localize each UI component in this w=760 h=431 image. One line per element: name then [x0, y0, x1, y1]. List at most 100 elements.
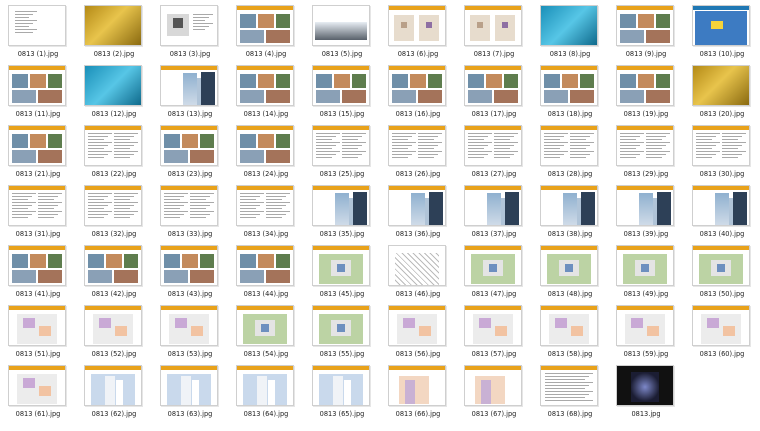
- file-item[interactable]: 0813 (5).jpg: [304, 2, 380, 62]
- file-thumbnail[interactable]: [616, 245, 674, 286]
- file-thumbnail[interactable]: [540, 245, 598, 286]
- file-thumbnail[interactable]: [616, 185, 674, 226]
- file-item[interactable]: 0813 (17).jpg: [456, 62, 532, 122]
- file-thumbnail[interactable]: [616, 65, 674, 106]
- file-thumbnail[interactable]: [236, 305, 294, 346]
- file-item[interactable]: 0813 (19).jpg: [608, 62, 684, 122]
- file-item[interactable]: 0813 (58).jpg: [532, 302, 608, 362]
- file-thumbnail[interactable]: [464, 125, 522, 166]
- file-thumbnail[interactable]: [388, 365, 446, 406]
- file-item[interactable]: 0813 (27).jpg: [456, 122, 532, 182]
- file-item[interactable]: 0813 (54).jpg: [228, 302, 304, 362]
- file-thumbnail[interactable]: [160, 125, 218, 166]
- file-item[interactable]: 0813 (15).jpg: [304, 62, 380, 122]
- file-item[interactable]: 0813 (37).jpg: [456, 182, 532, 242]
- file-item[interactable]: 0813 (12).jpg: [76, 62, 152, 122]
- file-item[interactable]: 0813 (16).jpg: [380, 62, 456, 122]
- file-item[interactable]: 0813 (59).jpg: [608, 302, 684, 362]
- file-item[interactable]: 0813 (9).jpg: [608, 2, 684, 62]
- file-thumbnail[interactable]: [464, 305, 522, 346]
- file-thumbnail[interactable]: [692, 245, 750, 286]
- file-item[interactable]: 0813 (21).jpg: [0, 122, 76, 182]
- file-thumbnail[interactable]: [236, 65, 294, 106]
- file-thumbnail[interactable]: [160, 245, 218, 286]
- file-item[interactable]: 0813 (34).jpg: [228, 182, 304, 242]
- file-item[interactable]: 0813 (13).jpg: [152, 62, 228, 122]
- file-item[interactable]: 0813 (51).jpg: [0, 302, 76, 362]
- file-item[interactable]: 0813 (55).jpg: [304, 302, 380, 362]
- file-thumbnail[interactable]: [160, 365, 218, 406]
- file-thumbnail[interactable]: [312, 365, 370, 406]
- file-thumbnail[interactable]: [616, 305, 674, 346]
- file-thumbnail[interactable]: [692, 305, 750, 346]
- file-item[interactable]: 0813 (36).jpg: [380, 182, 456, 242]
- file-thumbnail[interactable]: [388, 125, 446, 166]
- file-thumbnail[interactable]: [464, 365, 522, 406]
- file-thumbnail[interactable]: [692, 65, 750, 106]
- file-item[interactable]: 0813 (10).jpg: [684, 2, 760, 62]
- file-item[interactable]: 0813 (45).jpg: [304, 242, 380, 302]
- file-item[interactable]: 0813 (4).jpg: [228, 2, 304, 62]
- file-thumbnail[interactable]: [8, 245, 66, 286]
- file-thumbnail[interactable]: [312, 245, 370, 286]
- file-thumbnail[interactable]: [160, 65, 218, 106]
- file-thumbnail[interactable]: [312, 305, 370, 346]
- file-thumbnail[interactable]: [540, 65, 598, 106]
- file-item[interactable]: 0813 (23).jpg: [152, 122, 228, 182]
- file-item[interactable]: 0813 (7).jpg: [456, 2, 532, 62]
- file-thumbnail[interactable]: [84, 305, 142, 346]
- file-item[interactable]: 0813 (26).jpg: [380, 122, 456, 182]
- file-thumbnail[interactable]: [540, 125, 598, 166]
- file-item[interactable]: 0813 (39).jpg: [608, 182, 684, 242]
- file-item[interactable]: 0813 (18).jpg: [532, 62, 608, 122]
- file-item[interactable]: 0813 (25).jpg: [304, 122, 380, 182]
- file-item[interactable]: 0813 (67).jpg: [456, 362, 532, 422]
- file-item[interactable]: 0813 (38).jpg: [532, 182, 608, 242]
- file-thumbnail[interactable]: [464, 65, 522, 106]
- file-thumbnail[interactable]: [8, 125, 66, 166]
- file-thumbnail[interactable]: [388, 305, 446, 346]
- file-thumbnail[interactable]: [388, 65, 446, 106]
- file-item[interactable]: 0813 (44).jpg: [228, 242, 304, 302]
- file-thumbnail[interactable]: [464, 245, 522, 286]
- file-thumbnail[interactable]: [160, 5, 218, 46]
- file-item[interactable]: 0813 (56).jpg: [380, 302, 456, 362]
- file-item[interactable]: 0813 (60).jpg: [684, 302, 760, 362]
- file-thumbnail[interactable]: [692, 125, 750, 166]
- file-item[interactable]: 0813 (35).jpg: [304, 182, 380, 242]
- file-thumbnail[interactable]: [312, 125, 370, 166]
- file-thumbnail[interactable]: [236, 125, 294, 166]
- file-thumbnail[interactable]: [84, 65, 142, 106]
- file-item[interactable]: 0813 (64).jpg: [228, 362, 304, 422]
- file-item[interactable]: 0813 (29).jpg: [608, 122, 684, 182]
- file-thumbnail[interactable]: [8, 5, 66, 46]
- file-item[interactable]: 0813 (62).jpg: [76, 362, 152, 422]
- file-thumbnail[interactable]: [8, 65, 66, 106]
- file-item[interactable]: 0813 (22).jpg: [76, 122, 152, 182]
- file-thumbnail[interactable]: [84, 5, 142, 46]
- file-item[interactable]: 0813 (28).jpg: [532, 122, 608, 182]
- file-thumbnail[interactable]: [312, 185, 370, 226]
- file-thumbnail[interactable]: [616, 5, 674, 46]
- file-item[interactable]: 0813 (49).jpg: [608, 242, 684, 302]
- file-thumbnail[interactable]: [236, 185, 294, 226]
- file-item[interactable]: 0813 (50).jpg: [684, 242, 760, 302]
- file-item[interactable]: 0813 (65).jpg: [304, 362, 380, 422]
- file-item[interactable]: 0813 (57).jpg: [456, 302, 532, 362]
- file-item[interactable]: 0813.jpg: [608, 362, 684, 422]
- file-thumbnail[interactable]: [8, 305, 66, 346]
- file-thumbnail[interactable]: [312, 65, 370, 106]
- file-thumbnail[interactable]: [312, 5, 370, 46]
- file-thumbnail[interactable]: [616, 125, 674, 166]
- file-item[interactable]: 0813 (52).jpg: [76, 302, 152, 362]
- file-item[interactable]: 0813 (3).jpg: [152, 2, 228, 62]
- file-item[interactable]: 0813 (24).jpg: [228, 122, 304, 182]
- file-item[interactable]: 0813 (61).jpg: [0, 362, 76, 422]
- file-thumbnail[interactable]: [160, 305, 218, 346]
- file-item[interactable]: 0813 (41).jpg: [0, 242, 76, 302]
- file-thumbnail[interactable]: [236, 245, 294, 286]
- file-thumbnail[interactable]: [388, 185, 446, 226]
- file-item[interactable]: 0813 (2).jpg: [76, 2, 152, 62]
- file-item[interactable]: 0813 (43).jpg: [152, 242, 228, 302]
- file-item[interactable]: 0813 (40).jpg: [684, 182, 760, 242]
